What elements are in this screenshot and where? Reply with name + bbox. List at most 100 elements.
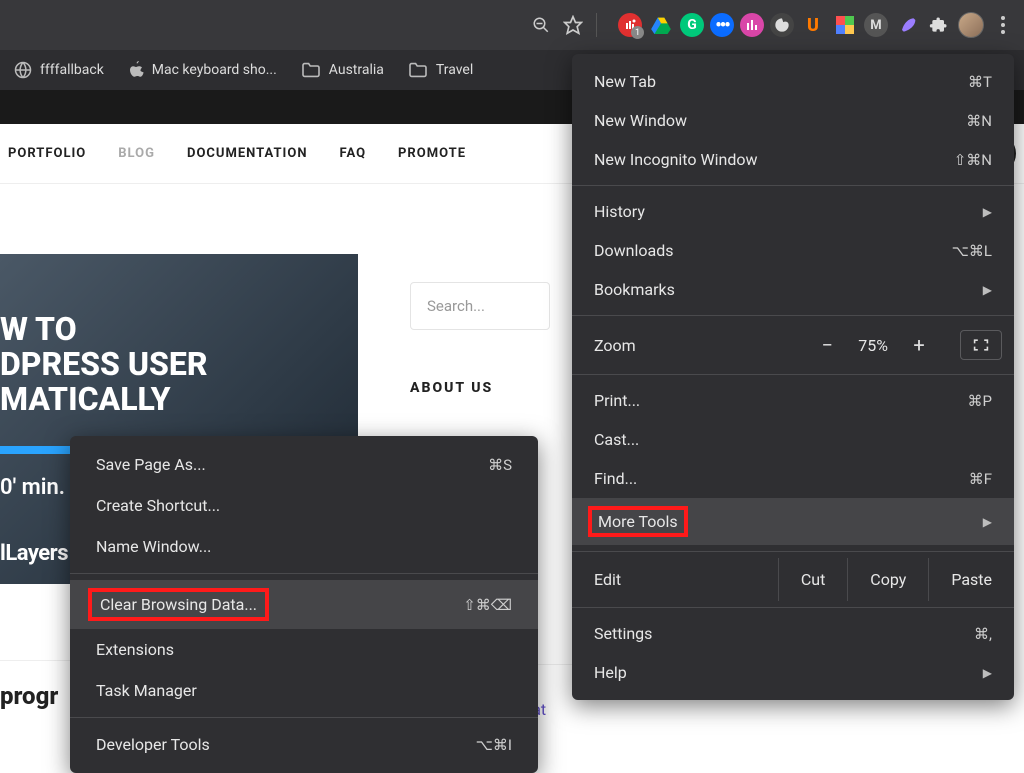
- drive-extension-icon[interactable]: [648, 12, 674, 38]
- menu-label: Task Manager: [96, 681, 197, 700]
- chevron-right-icon: ▶: [983, 283, 992, 297]
- shortcut: ⌥⌘I: [476, 736, 512, 754]
- zoom-out-button[interactable]: −: [814, 333, 840, 357]
- bookmark-ffffallback[interactable]: ffffallback: [14, 61, 104, 79]
- gmail-extension-icon[interactable]: M: [864, 13, 888, 37]
- more-tools-submenu: Save Page As... ⌘S Create Shortcut... Na…: [70, 436, 538, 773]
- menu-label: New Tab: [594, 72, 656, 91]
- nav-documentation[interactable]: DOCUMENTATION: [187, 146, 308, 161]
- section-heading: progr: [0, 682, 58, 710]
- nav-blog[interactable]: BLOG: [118, 146, 155, 161]
- extension-badge: 1: [631, 26, 644, 39]
- brand-text: lLayers: [0, 542, 68, 566]
- separator: [572, 315, 1014, 316]
- grammarly-extension-icon[interactable]: G: [680, 13, 704, 37]
- submenu-developer-tools[interactable]: Developer Tools ⌥⌘I: [70, 724, 538, 765]
- fullscreen-button[interactable]: [960, 330, 1002, 360]
- menu-label: New Incognito Window: [594, 150, 758, 169]
- menu-label: Save Page As...: [96, 455, 206, 474]
- menu-downloads[interactable]: Downloads ⌥⌘L: [572, 231, 1014, 270]
- rainbow-extension-icon[interactable]: [832, 12, 858, 38]
- hero-line: W TO: [0, 312, 358, 347]
- submenu-clear-browsing-data[interactable]: Clear Browsing Data... ⇧⌘⌫: [70, 580, 538, 629]
- chrome-menu-icon[interactable]: [990, 12, 1016, 38]
- edit-paste-button[interactable]: Paste: [928, 558, 1014, 601]
- menu-label: Cast...: [594, 430, 639, 449]
- bookmark-label: Travel: [436, 62, 473, 78]
- submenu-name-window[interactable]: Name Window...: [70, 526, 538, 567]
- submenu-create-shortcut[interactable]: Create Shortcut...: [70, 485, 538, 526]
- ubersuggest-extension-icon[interactable]: U: [800, 12, 826, 38]
- menu-label: More Tools: [588, 506, 688, 537]
- shortcut: ⌘T: [968, 73, 992, 91]
- edit-cut-button[interactable]: Cut: [778, 558, 847, 601]
- nav-promote[interactable]: PROMOTE: [398, 146, 466, 161]
- extension-icon-pink[interactable]: [740, 13, 764, 37]
- profile-avatar[interactable]: [958, 12, 984, 38]
- extension-icon-swirl[interactable]: [770, 13, 794, 37]
- hero-line: MATICALLY: [0, 382, 358, 417]
- chevron-right-icon: ▶: [983, 515, 992, 529]
- shortcut: ⌥⌘L: [952, 242, 992, 260]
- extensions-puzzle-icon[interactable]: [926, 12, 952, 38]
- menu-cast[interactable]: Cast...: [572, 420, 1014, 459]
- bookmark-folder-travel[interactable]: Travel: [408, 62, 473, 78]
- zoom-in-button[interactable]: +: [906, 333, 932, 357]
- separator: [70, 573, 538, 574]
- menu-incognito[interactable]: New Incognito Window ⇧⌘N: [572, 140, 1014, 179]
- hero-line: DPRESS USER: [0, 347, 358, 382]
- submenu-extensions[interactable]: Extensions: [70, 629, 538, 670]
- bookmark-label: ffffallback: [40, 62, 104, 78]
- apple-icon: [128, 61, 144, 79]
- separator: [70, 717, 538, 718]
- menu-label: Downloads: [594, 241, 673, 260]
- menu-label: Print...: [594, 391, 640, 410]
- submenu-save-page-as[interactable]: Save Page As... ⌘S: [70, 444, 538, 485]
- menu-label: Extensions: [96, 640, 174, 659]
- menu-zoom: Zoom − 75% +: [572, 322, 1014, 368]
- shortcut: ⌘S: [488, 456, 512, 474]
- menu-print[interactable]: Print... ⌘P: [572, 381, 1014, 420]
- menu-find[interactable]: Find... ⌘F: [572, 459, 1014, 498]
- menu-label: Find...: [594, 469, 637, 488]
- chevron-right-icon: ▶: [983, 205, 992, 219]
- menu-label: New Window: [594, 111, 687, 130]
- zoom-percent: 75%: [858, 336, 888, 355]
- shortcut: ⌘N: [966, 112, 992, 130]
- menu-history[interactable]: History ▶: [572, 192, 1014, 231]
- menu-help[interactable]: Help ▶: [572, 653, 1014, 692]
- menu-more-tools[interactable]: More Tools ▶: [572, 498, 1014, 545]
- globe-icon: [14, 61, 32, 79]
- bookmark-star-icon[interactable]: [560, 12, 586, 38]
- menu-bookmarks[interactable]: Bookmarks ▶: [572, 270, 1014, 309]
- bookmark-mac-keyboard[interactable]: Mac keyboard sho...: [128, 61, 277, 79]
- submenu-task-manager[interactable]: Task Manager: [70, 670, 538, 711]
- separator: [572, 185, 1014, 186]
- edit-copy-button[interactable]: Copy: [847, 558, 928, 601]
- separator: [572, 551, 1014, 552]
- feather-extension-icon[interactable]: [894, 12, 920, 38]
- adblock-extension-icon[interactable]: 1: [618, 13, 642, 37]
- browser-toolbar: 1 G ••• U M: [0, 0, 1024, 50]
- menu-label: Developer Tools: [96, 735, 210, 754]
- shortcut: ⌘P: [968, 392, 992, 410]
- shortcut: ⇧⌘N: [954, 151, 992, 169]
- folder-icon: [301, 62, 321, 78]
- lastpass-extension-icon[interactable]: •••: [710, 13, 734, 37]
- menu-new-window[interactable]: New Window ⌘N: [572, 101, 1014, 140]
- menu-label: History: [594, 202, 645, 221]
- menu-settings[interactable]: Settings ⌘,: [572, 614, 1014, 653]
- menu-label: Clear Browsing Data...: [88, 588, 269, 621]
- search-input[interactable]: Search...: [410, 282, 550, 330]
- chrome-overflow-menu: New Tab ⌘T New Window ⌘N New Incognito W…: [572, 54, 1014, 700]
- separator: [572, 374, 1014, 375]
- shortcut: ⌘,: [974, 625, 992, 643]
- menu-label: Name Window...: [96, 537, 211, 556]
- bookmark-label: Mac keyboard sho...: [152, 62, 277, 78]
- separator: [572, 607, 1014, 608]
- zoom-out-icon[interactable]: [528, 12, 554, 38]
- nav-faq[interactable]: FAQ: [340, 146, 367, 161]
- menu-new-tab[interactable]: New Tab ⌘T: [572, 62, 1014, 101]
- bookmark-folder-australia[interactable]: Australia: [301, 62, 384, 78]
- nav-portfolio[interactable]: PORTFOLIO: [8, 146, 86, 161]
